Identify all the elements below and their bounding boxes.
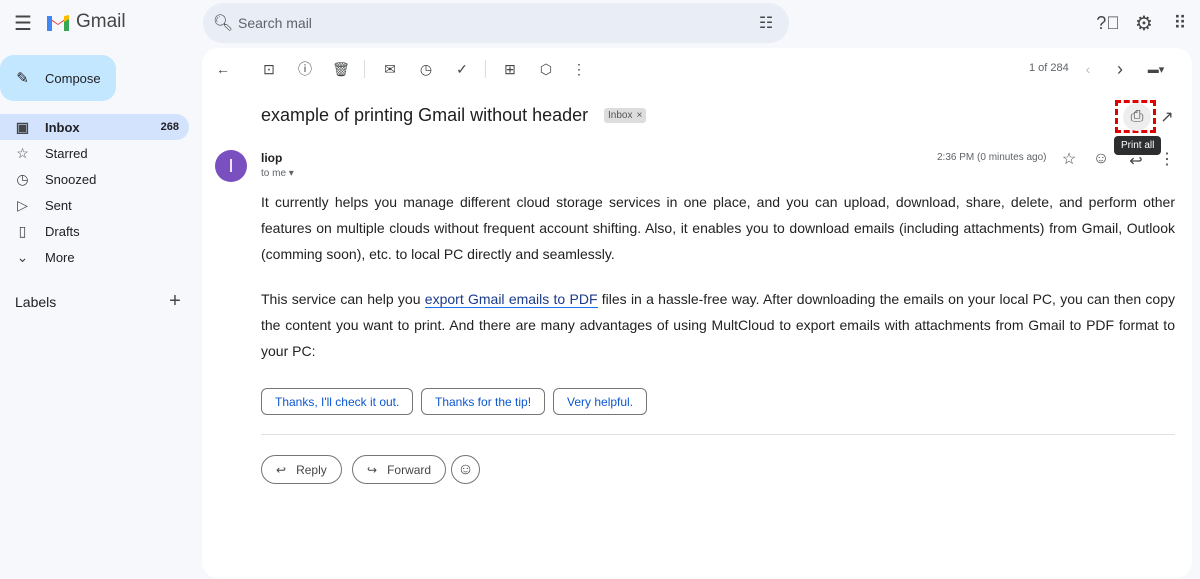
- toolbar-divider: [364, 60, 365, 78]
- sidebar-item-more[interactable]: ⌄ More: [0, 244, 189, 270]
- star-icon: ☆: [16, 144, 29, 161]
- smart-reply-chip[interactable]: Thanks, I'll check it out.: [261, 388, 414, 415]
- add-label-icon[interactable]: +: [164, 290, 186, 312]
- label-chip-text: Inbox: [608, 110, 633, 121]
- sidebar-item-snoozed[interactable]: ◷ Snoozed: [0, 166, 189, 192]
- sidebar-item-label: Inbox: [45, 119, 80, 135]
- snooze-icon[interactable]: ◷: [413, 56, 439, 82]
- sidebar-item-label: Drafts: [45, 223, 80, 239]
- compose-label: Compose: [45, 70, 101, 86]
- email-time: 2:36 PM (0 minutes ago): [937, 152, 1047, 163]
- unread-count: 268: [160, 121, 179, 133]
- sidebar-item-label: Starred: [45, 145, 88, 161]
- sender-name[interactable]: liop: [261, 151, 282, 165]
- export-gmail-pdf-link[interactable]: export Gmail emails to PDF: [424, 291, 598, 308]
- sidebar-item-label: Sent: [45, 197, 72, 213]
- smart-reply-chip[interactable]: Thanks for the tip!: [421, 388, 546, 415]
- draft-icon: ▯: [18, 222, 27, 239]
- forward-icon: ↪: [367, 462, 378, 477]
- mark-unread-icon[interactable]: ✉: [377, 56, 403, 82]
- sidebar-item-inbox[interactable]: ▣ Inbox 268: [0, 114, 189, 140]
- search-icon[interactable]: 🔍︎: [213, 13, 233, 33]
- app-name: Gmail: [76, 11, 126, 32]
- toolbar-divider: [485, 60, 486, 78]
- email-paragraph: It currently helps you manage different …: [261, 194, 1175, 262]
- recipients-text: to me: [261, 168, 287, 179]
- older-chevron-icon[interactable]: ›: [1107, 56, 1133, 82]
- gmail-m-icon: [47, 15, 69, 31]
- delete-icon[interactable]: 🗑︎: [328, 56, 354, 82]
- send-icon: ▷: [17, 196, 28, 213]
- apps-grid-icon[interactable]: ⠿: [1160, 3, 1200, 43]
- sidebar-item-label: More: [45, 249, 75, 265]
- label-chip-inbox[interactable]: Inbox ×: [604, 108, 647, 123]
- email-paragraph: This service can help you export Gmail e…: [261, 286, 1175, 364]
- emoji-reaction-icon[interactable]: ☺: [1090, 148, 1112, 170]
- print-all-tooltip: Print all: [1114, 136, 1162, 155]
- forward-label: Forward: [387, 462, 432, 477]
- clock-icon: ◷: [16, 170, 29, 187]
- paragraph-text: This service can help you: [261, 291, 425, 307]
- archive-icon[interactable]: ⊡: [256, 56, 282, 82]
- remove-label-icon[interactable]: ×: [636, 110, 642, 121]
- move-to-icon[interactable]: ⊞: [497, 56, 523, 82]
- compose-button[interactable]: ✎ Compose: [0, 55, 116, 101]
- labels-heading: Labels: [15, 294, 57, 310]
- recipients-dropdown[interactable]: to me ▾: [261, 168, 294, 179]
- help-icon[interactable]: ?⃝: [1088, 3, 1128, 43]
- emoji-reaction-button[interactable]: ☺: [451, 455, 480, 484]
- pencil-icon: ✎: [16, 70, 29, 87]
- report-spam-icon[interactable]: ⓘ: [292, 56, 318, 82]
- forward-button[interactable]: ↪ Forward: [352, 455, 447, 484]
- sidebar-item-drafts[interactable]: ▯ Drafts: [0, 218, 189, 244]
- gmail-logo[interactable]: Gmail: [46, 11, 126, 33]
- search-input[interactable]: Search mail: [238, 15, 312, 31]
- pagination-text: 1 of 284: [1029, 62, 1069, 74]
- reply-icon: ↩: [276, 462, 287, 477]
- input-tools-icon[interactable]: ▬▾: [1140, 56, 1172, 82]
- more-vert-icon[interactable]: ⋮: [566, 56, 592, 82]
- open-new-window-icon[interactable]: ↗: [1155, 105, 1179, 129]
- chevron-down-icon: ⌄: [16, 248, 29, 265]
- back-arrow-icon[interactable]: ←: [210, 56, 236, 82]
- star-icon[interactable]: ☆: [1058, 148, 1080, 170]
- reply-label: Reply: [296, 462, 327, 477]
- settings-gear-icon[interactable]: ⚙: [1124, 3, 1164, 43]
- sidebar-item-sent[interactable]: ▷ Sent: [0, 192, 189, 218]
- sidebar-item-label: Snoozed: [45, 171, 97, 187]
- search-bar[interactable]: 🔍︎ Search mail ☷: [203, 3, 789, 43]
- print-all-icon[interactable]: ⎙: [1123, 103, 1151, 131]
- label-icon[interactable]: ⬡: [533, 56, 559, 82]
- reply-button[interactable]: ↩ Reply: [261, 455, 342, 484]
- add-task-icon[interactable]: ✓: [449, 56, 475, 82]
- search-options-icon[interactable]: ☷: [755, 13, 777, 33]
- newer-chevron-icon[interactable]: ‹: [1075, 56, 1101, 82]
- main-menu-icon[interactable]: ☰: [3, 3, 43, 43]
- sender-avatar[interactable]: I: [215, 150, 247, 182]
- sidebar-item-starred[interactable]: ☆ Starred: [0, 140, 189, 166]
- inbox-icon: ▣: [15, 118, 30, 135]
- divider: [261, 434, 1175, 435]
- email-subject: example of printing Gmail without header: [261, 105, 589, 125]
- smart-reply-chip[interactable]: Very helpful.: [553, 388, 648, 415]
